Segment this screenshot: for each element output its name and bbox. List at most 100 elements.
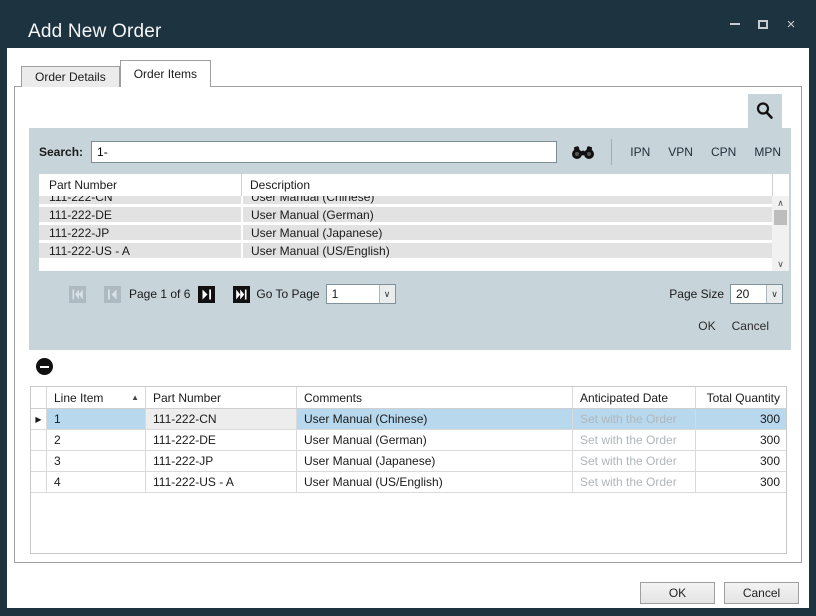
remove-icon (40, 366, 49, 368)
window-title: Add New Order (28, 21, 162, 43)
prev-page-button[interactable] (104, 286, 121, 303)
chevron-down-icon[interactable]: ∨ (766, 285, 782, 303)
filter-cpn[interactable]: CPN (711, 145, 736, 159)
tab-order-details[interactable]: Order Details (21, 66, 120, 87)
tab-order-items[interactable]: Order Items (120, 60, 211, 87)
binoculars-icon[interactable] (570, 144, 596, 160)
last-page-button[interactable] (233, 286, 250, 303)
order-row[interactable]: 3 111-222-JP User Manual (Japanese) Set … (31, 451, 786, 472)
search-toggle-button[interactable] (748, 94, 782, 128)
next-page-icon (201, 289, 212, 300)
results-column-description[interactable]: Description (241, 174, 772, 196)
cell-anticipated-date[interactable]: Set with the Order (573, 409, 696, 429)
part-search-panel: Search: IPN VPN (29, 128, 791, 350)
scroll-down-icon[interactable]: ∨ (772, 257, 789, 271)
row-selector-cell[interactable] (31, 451, 47, 471)
cell-total-quantity[interactable]: 300 (696, 451, 786, 471)
order-row[interactable]: 4 111-222-US - A User Manual (US/English… (31, 472, 786, 493)
cell-line-item[interactable]: 4 (47, 472, 146, 492)
results-rows: 111-222-CN User Manual (Chinese) 111-222… (39, 196, 789, 271)
scrollbar-thumb[interactable] (774, 210, 787, 225)
cell-anticipated-date[interactable]: Set with the Order (573, 430, 696, 450)
next-page-button[interactable] (198, 286, 215, 303)
cell-comments[interactable]: User Manual (Japanese) (297, 451, 573, 471)
row-selector-cell[interactable] (31, 472, 47, 492)
grid-column-part-number[interactable]: Part Number (146, 387, 297, 408)
cell-comments[interactable]: User Manual (German) (297, 430, 573, 450)
last-page-icon (236, 289, 247, 300)
cell-total-quantity[interactable]: 300 (696, 472, 786, 492)
ok-button[interactable]: OK (640, 582, 715, 604)
cell-anticipated-date[interactable]: Set with the Order (573, 451, 696, 471)
filter-vpn[interactable]: VPN (668, 145, 693, 159)
result-row[interactable]: 111-222-JP User Manual (Japanese) (39, 225, 772, 240)
search-type-filters: IPN VPN CPN MPN (630, 145, 781, 159)
cell-anticipated-date[interactable]: Set with the Order (573, 472, 696, 492)
cell-total-quantity[interactable]: 300 (696, 409, 786, 429)
result-row[interactable]: 111-222-US - A User Manual (US/English) (39, 243, 772, 258)
result-row[interactable]: 111-222-DE User Manual (German) (39, 207, 772, 222)
result-part-number: 111-222-CN (39, 196, 241, 204)
cell-total-quantity[interactable]: 300 (696, 430, 786, 450)
search-results-list: Part Number Description 111-222-CN User … (39, 174, 789, 271)
order-items-tab-page: Search: IPN VPN (14, 86, 802, 563)
dialog-content: Order Details Order Items Search: (7, 48, 809, 608)
cell-part-number[interactable]: 111-222-US - A (146, 472, 297, 492)
result-part-number: 111-222-US - A (39, 244, 241, 258)
go-to-page-value: 1 (327, 285, 379, 303)
grid-column-total-quantity[interactable]: Total Quantity (696, 387, 786, 408)
row-marker-icon: ▶ (35, 415, 41, 424)
minimize-button[interactable] (728, 17, 742, 31)
filter-mpn[interactable]: MPN (754, 145, 781, 159)
go-to-page-label: Go To Page (256, 287, 319, 301)
grid-column-line-item[interactable]: Line Item ▲ (47, 387, 146, 408)
cell-line-item[interactable]: 1 (47, 409, 146, 429)
search-divider (611, 139, 612, 165)
cell-part-number[interactable]: 111-222-DE (146, 430, 297, 450)
result-part-number: 111-222-DE (39, 208, 241, 222)
scroll-up-icon[interactable]: ∧ (772, 196, 789, 210)
order-row[interactable]: ▶ 1 111-222-CN User Manual (Chinese) Set… (31, 409, 786, 430)
grid-column-anticipated-date[interactable]: Anticipated Date (573, 387, 696, 408)
grid-column-comments[interactable]: Comments (297, 387, 573, 408)
cancel-button[interactable]: Cancel (724, 582, 799, 604)
cell-line-item[interactable]: 2 (47, 430, 146, 450)
row-selector-cell[interactable] (31, 430, 47, 450)
close-icon: × (787, 17, 796, 32)
cell-comments[interactable]: User Manual (US/English) (297, 472, 573, 492)
panel-ok-link[interactable]: OK (698, 319, 715, 333)
result-row[interactable]: 111-222-CN User Manual (Chinese) (39, 196, 772, 204)
row-selector-cell[interactable]: ▶ (31, 409, 47, 429)
result-description: User Manual (US/English) (241, 243, 772, 258)
results-scrollbar[interactable]: ∧ ∨ (772, 196, 789, 271)
tab-order-details-label: Order Details (35, 70, 106, 84)
page-size-select[interactable]: 20 ∨ (730, 284, 783, 304)
first-page-button[interactable] (69, 286, 86, 303)
close-button[interactable]: × (784, 17, 798, 31)
magnifier-icon (755, 101, 775, 121)
results-column-part-number[interactable]: Part Number (39, 174, 241, 196)
cell-comments[interactable]: User Manual (Chinese) (297, 409, 573, 429)
window-controls: × (728, 0, 798, 48)
chevron-down-icon[interactable]: ∨ (379, 285, 395, 303)
first-page-icon (72, 289, 83, 300)
prev-page-icon (107, 289, 118, 300)
search-row: Search: IPN VPN (39, 141, 781, 163)
result-part-number: 111-222-JP (39, 226, 241, 240)
result-description: User Manual (Japanese) (241, 225, 772, 240)
filter-ipn[interactable]: IPN (630, 145, 650, 159)
order-row[interactable]: 2 111-222-DE User Manual (German) Set wi… (31, 430, 786, 451)
maximize-button[interactable] (756, 17, 770, 31)
search-input[interactable] (91, 141, 557, 163)
result-description: User Manual (German) (241, 207, 772, 222)
grid-header-selector (31, 387, 47, 408)
order-items-grid: Line Item ▲ Part Number Comments Anticip… (30, 386, 787, 554)
remove-line-item-button[interactable] (36, 358, 53, 375)
go-to-page-select[interactable]: 1 ∨ (326, 284, 396, 304)
grid-column-line-item-label: Line Item (54, 391, 103, 405)
cell-line-item[interactable]: 3 (47, 451, 146, 471)
cell-part-number[interactable]: 111-222-CN (146, 409, 297, 429)
results-pager: Page 1 of 6 Go To Page (29, 284, 791, 304)
panel-cancel-link[interactable]: Cancel (732, 319, 769, 333)
cell-part-number[interactable]: 111-222-JP (146, 451, 297, 471)
